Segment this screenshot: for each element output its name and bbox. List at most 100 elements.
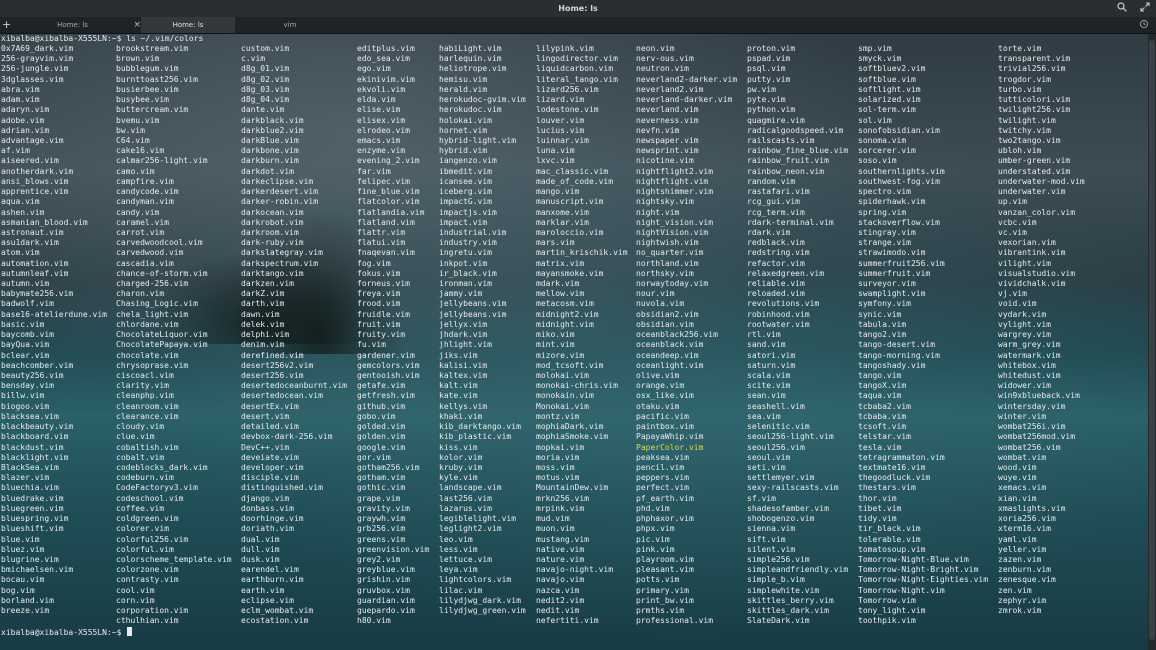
file-entry: redblack.vim	[747, 238, 805, 248]
file-entry: darkblack.vim	[241, 115, 304, 125]
file-entry: sonofobsidian.vim	[858, 125, 940, 135]
file-entry: vexorian.vim	[998, 238, 1056, 248]
file-entry: mars.vim	[536, 238, 575, 248]
file-entry: mellow.vim	[536, 289, 585, 299]
file-entry: sol.vim	[858, 115, 892, 125]
file-entry: night.vim	[636, 207, 680, 217]
file-entry: rtl.vim	[747, 330, 781, 340]
file-entry: lizard.vim	[536, 95, 585, 105]
file-entry: pw.vim	[747, 84, 776, 94]
file-entry: northsky.vim	[636, 268, 694, 278]
file-entry: derefined.vim	[241, 350, 304, 360]
file-entry: southwest-fog.vim	[858, 176, 940, 186]
file-entry: pleasant.vim	[636, 565, 694, 575]
file-entry: iangenzo.vim	[439, 156, 497, 166]
file-entry: darkzen.vim	[241, 279, 294, 289]
file-entry: pf_earth.vim	[636, 493, 694, 503]
text-cursor	[127, 627, 133, 636]
file-entry: smp.vim	[858, 44, 892, 53]
file-entry: bw.vim	[116, 125, 145, 135]
file-entry: d8g_01.vim	[241, 64, 290, 74]
window-titlebar: Home: ls	[0, 0, 1156, 17]
new-tab-icon[interactable]: +	[2, 17, 11, 33]
file-entry: basic.vim	[1, 319, 45, 329]
file-entry: anotherdark.vim	[1, 166, 74, 176]
tab-home-ls-1[interactable]: Home: ls ×	[14, 17, 141, 33]
file-entry: buttercream.vim	[116, 105, 189, 115]
tab-home-ls-2[interactable]: Home: ls	[141, 17, 235, 33]
file-entry: earthburn.vim	[241, 575, 304, 585]
file-entry: PapayaWhip.vim	[636, 432, 704, 442]
file-entry: fu.vim	[357, 340, 386, 350]
file-entry: summerfruit256.vim	[858, 258, 945, 268]
file-entry: evening_2.vim	[357, 156, 420, 166]
file-entry: pencil.vim	[636, 462, 685, 472]
file-entry: xoria256.vim	[998, 514, 1056, 524]
file-entry: hybrid-light.vim	[439, 135, 517, 145]
file-entry: cascadia.vim	[116, 258, 174, 268]
close-tab-icon[interactable]: ×	[133, 17, 141, 33]
search-icon[interactable]	[1116, 2, 1128, 14]
file-entry: khaki.vim	[439, 411, 483, 421]
file-entry: seoul256.vim	[747, 442, 805, 452]
file-entry: BlackSea.vim	[1, 462, 59, 472]
file-entry: vydark.vim	[998, 309, 1047, 319]
file-entry: flatcolor.vim	[357, 197, 420, 207]
file-entry: golden.vim	[357, 432, 406, 442]
file-entry: ingretu.vim	[439, 248, 492, 258]
file-entry: tangoX.vim	[858, 381, 907, 391]
file-entry: ansi_blows.vim	[1, 176, 69, 186]
file-entry: putty.vim	[747, 74, 791, 84]
file-entry: grey2.vim	[357, 554, 401, 564]
file-entry: hemisu.vim	[439, 74, 488, 84]
file-entry: flatlandia.vim	[357, 207, 425, 217]
file-entry: dual.vim	[241, 534, 280, 544]
file-entry: darkerdesert.vim	[241, 187, 319, 197]
scrollbar-thumb[interactable]	[1149, 40, 1155, 640]
file-entry: torte.vim	[998, 44, 1042, 53]
file-entry: leya.vim	[439, 565, 478, 575]
file-entry: tcbaba.vim	[858, 411, 907, 421]
fullscreen-icon[interactable]	[1139, 2, 1151, 14]
file-entry: kate.vim	[439, 391, 478, 401]
file-entry: autumn.vim	[1, 279, 50, 289]
ls-column: 0x7A69_dark.vim 256-grayvim.vim 256-jungle…	[1, 44, 107, 616]
file-entry: obsidian2.vim	[636, 309, 699, 319]
file-entry: detailed.vim	[241, 422, 299, 432]
file-entry: ironman.vim	[439, 279, 492, 289]
file-entry: solarized.vim	[858, 95, 921, 105]
file-entry: turbo.vim	[998, 84, 1042, 94]
history-icon[interactable]	[1138, 19, 1150, 31]
file-entry: MountainDew.vim	[536, 483, 609, 493]
file-entry: manuscript.vim	[536, 197, 604, 207]
file-entry: midnight2.vim	[536, 309, 599, 319]
file-entry: rainbow_fine_blue.vim	[747, 146, 849, 156]
file-entry: playroom.vim	[636, 554, 694, 564]
file-entry: busierbee.vim	[116, 84, 179, 94]
file-entry: visualstudio.vim	[998, 268, 1076, 278]
file-entry: warm_grey.vim	[998, 340, 1061, 350]
scrollbar[interactable]	[1148, 34, 1156, 650]
file-entry: tidy.vim	[858, 514, 897, 524]
file-entry: selenitic.vim	[747, 422, 810, 432]
file-entry: tango2.vim	[858, 330, 907, 340]
file-entry: Chasing_Logic.vim	[116, 299, 198, 309]
file-entry: d8g_03.vim	[241, 84, 290, 94]
file-entry: stingray.vim	[858, 227, 916, 237]
file-entry: DevC++.vim	[241, 442, 290, 452]
file-entry: fine_blue.vim	[357, 187, 420, 197]
tab-vim[interactable]: vim	[237, 17, 343, 33]
file-entry: navajo.vim	[536, 575, 585, 585]
file-entry: greyblue.vim	[357, 565, 415, 575]
file-entry: 256-jungle.vim	[1, 64, 69, 74]
file-entry: golded.vim	[357, 422, 406, 432]
file-entry: zephyr.vim	[998, 595, 1047, 605]
file-entry: fruity.vim	[357, 330, 406, 340]
file-entry: lilydjwg_dark.vim	[439, 595, 521, 605]
file-entry: nature.vim	[536, 554, 585, 564]
file-entry: Tomorrow.vim	[858, 595, 916, 605]
file-entry: mint.vim	[536, 340, 575, 350]
file-entry: oceanblack.vim	[636, 340, 704, 350]
file-entry: vj.vim	[998, 289, 1027, 299]
file-entry: mayansmoke.vim	[536, 268, 604, 278]
